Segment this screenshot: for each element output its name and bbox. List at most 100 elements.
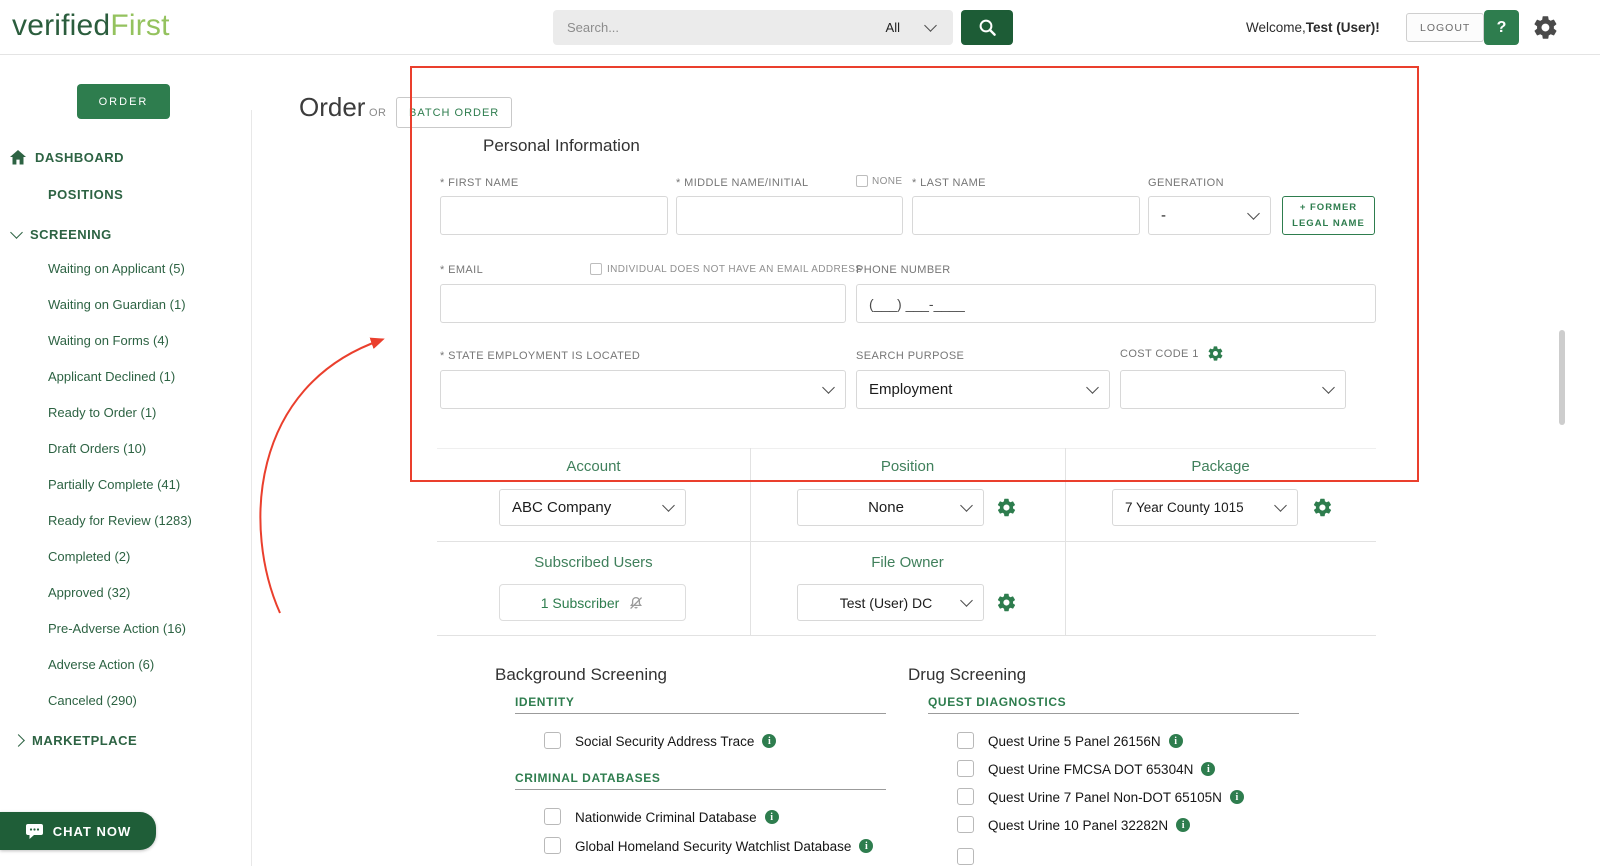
settings-gear-icon[interactable]	[1532, 14, 1559, 41]
info-icon[interactable]: i	[1229, 790, 1244, 804]
search-icon	[979, 19, 996, 36]
batch-order-button[interactable]: BATCH ORDER	[396, 97, 513, 128]
service-label: Social Security Address Trace	[575, 733, 755, 749]
quest-partial-checkbox[interactable]	[957, 848, 974, 865]
checkbox-row-label: Quest Urine FMCSA DOT 65304N i	[988, 761, 1216, 777]
chat-now-button[interactable]: CHAT NOW	[0, 812, 156, 850]
info-icon[interactable]: i	[859, 839, 874, 853]
subscribed-users-header: Subscribed Users	[534, 554, 653, 571]
package-select[interactable]: 7 Year County 1015	[1112, 489, 1298, 526]
sidebar-item-positions[interactable]: POSITIONS	[48, 181, 123, 207]
generation-select[interactable]: -	[1148, 196, 1271, 235]
identity-section-header: IDENTITY	[515, 695, 575, 709]
chat-now-label: CHAT NOW	[52, 823, 132, 839]
none-checkbox[interactable]	[856, 175, 868, 187]
sidebar-item-waiting-on-applicant[interactable]: Waiting on Applicant (5)	[48, 250, 243, 286]
sidebar-item-waiting-on-guardian[interactable]: Waiting on Guardian (1)	[48, 286, 243, 322]
checkbox-row-label: Quest Urine 10 Panel 32282N i	[988, 817, 1191, 833]
sidebar-item-waiting-on-forms[interactable]: Waiting on Forms (4)	[48, 322, 243, 358]
sidebar-item-label: DASHBOARD	[35, 149, 124, 165]
checkbox-row-label: Global Homeland Security Watchlist Datab…	[575, 838, 874, 854]
email-input[interactable]	[440, 284, 846, 323]
checkbox-row-label: Quest Urine 7 Panel Non-DOT 65105N i	[988, 789, 1244, 805]
top-bar: verifiedFirst All Welcome,Test (User)! L…	[0, 0, 1600, 55]
subscribers-button[interactable]: 1 Subscriber	[499, 584, 686, 621]
middle-name-input[interactable]	[676, 196, 903, 235]
sidebar-item-screening[interactable]: SCREENING	[10, 221, 112, 247]
first-name-label: * FIRST NAME	[440, 177, 519, 189]
divider	[437, 635, 1376, 636]
package-gear-icon[interactable]	[1312, 497, 1333, 518]
sidebar-item-label: MARKETPLACE	[32, 732, 138, 748]
sidebar-item-marketplace[interactable]: MARKETPLACE	[12, 727, 138, 753]
global-homeland-security-checkbox[interactable]	[544, 837, 561, 854]
scrollbar-thumb[interactable]	[1559, 330, 1565, 425]
chevron-down-icon[interactable]	[924, 19, 937, 32]
cost-code-gear-icon[interactable]	[1207, 345, 1224, 362]
sidebar-item-dashboard[interactable]: DASHBOARD	[10, 143, 124, 171]
account-select[interactable]: ABC Company	[499, 489, 686, 526]
quest-urine-7-panel-checkbox[interactable]	[957, 788, 974, 805]
search-filter-value[interactable]: All	[886, 20, 900, 35]
quest-urine-10-panel-checkbox[interactable]	[957, 816, 974, 833]
info-icon[interactable]: i	[1168, 734, 1183, 748]
sidebar-item-canceled[interactable]: Canceled (290)	[48, 682, 243, 718]
state-employment-select[interactable]	[440, 370, 846, 409]
chevron-down-icon	[822, 381, 835, 394]
file-owner-select[interactable]: Test (User) DC	[797, 584, 984, 621]
social-security-address-trace-checkbox[interactable]	[544, 732, 561, 749]
no-email-checkbox[interactable]	[590, 263, 602, 275]
sidebar-item-completed[interactable]: Completed (2)	[48, 538, 243, 574]
checkbox-row-label: Quest Urine 5 Panel 26156N i	[988, 733, 1183, 749]
search-purpose-select[interactable]: Employment	[856, 370, 1110, 409]
sidebar-item-pre-adverse-action[interactable]: Pre-Adverse Action (16)	[48, 610, 243, 646]
position-gear-icon[interactable]	[996, 497, 1017, 518]
search-bar: All	[553, 10, 953, 45]
chevron-down-icon	[1274, 499, 1287, 512]
sidebar-item-ready-to-order[interactable]: Ready to Order (1)	[48, 394, 243, 430]
personal-information-heading: Personal Information	[483, 136, 640, 155]
search-button[interactable]	[961, 10, 1013, 45]
drug-screening-heading: Drug Screening	[908, 665, 1027, 684]
sidebar-item-draft-orders[interactable]: Draft Orders (10)	[48, 430, 243, 466]
info-icon[interactable]: i	[1176, 818, 1191, 832]
info-icon[interactable]: i	[764, 810, 779, 824]
divider	[1065, 448, 1066, 636]
sidebar-item-applicant-declined[interactable]: Applicant Declined (1)	[48, 358, 243, 394]
search-input[interactable]	[553, 20, 886, 35]
info-icon[interactable]: i	[1201, 762, 1216, 776]
help-button[interactable]: ?	[1484, 10, 1519, 45]
order-button[interactable]: ORDER	[77, 84, 170, 119]
quest-urine-fmcsa-dot-checkbox[interactable]	[957, 760, 974, 777]
verified-first-logo[interactable]: verifiedFirst	[12, 9, 170, 43]
last-name-input[interactable]	[912, 196, 1140, 235]
position-select[interactable]: None	[797, 489, 984, 526]
checkbox-row-label: Nationwide Criminal Database i	[575, 809, 779, 825]
nationwide-criminal-database-checkbox[interactable]	[544, 808, 561, 825]
annotation-arrow	[259, 337, 385, 614]
generation-label: GENERATION	[1148, 177, 1224, 189]
service-label: Quest Urine 7 Panel Non-DOT 65105N	[988, 789, 1222, 805]
logout-button[interactable]: LOGOUT	[1406, 13, 1485, 42]
chat-bubble-icon	[25, 823, 43, 839]
quest-diagnostics-section-header: QUEST DIAGNOSTICS	[928, 695, 1067, 709]
sidebar-item-partially-complete[interactable]: Partially Complete (41)	[48, 466, 243, 502]
chevron-down-icon	[1247, 207, 1260, 220]
sidebar-item-approved[interactable]: Approved (32)	[48, 574, 243, 610]
or-text: OR	[369, 107, 387, 119]
phone-number-input[interactable]	[856, 284, 1376, 323]
phone-number-label: PHONE NUMBER	[856, 264, 951, 276]
selected-value: Employment	[869, 381, 953, 398]
welcome-message: Welcome,Test (User)!	[1246, 20, 1380, 35]
info-icon[interactable]: i	[762, 734, 777, 748]
sidebar-item-ready-for-review[interactable]: Ready for Review (1283)	[48, 502, 243, 538]
cost-code-select[interactable]	[1120, 370, 1346, 409]
cost-code-label-row: COST CODE 1	[1120, 345, 1224, 362]
service-label: Quest Urine 10 Panel 32282N	[988, 817, 1169, 833]
first-name-input[interactable]	[440, 196, 668, 235]
chevron-down-icon	[1086, 381, 1099, 394]
file-owner-gear-icon[interactable]	[996, 592, 1017, 613]
former-legal-name-button[interactable]: + FORMER LEGAL NAME	[1282, 196, 1375, 235]
sidebar-item-adverse-action[interactable]: Adverse Action (6)	[48, 646, 243, 682]
quest-urine-5-panel-checkbox[interactable]	[957, 732, 974, 749]
